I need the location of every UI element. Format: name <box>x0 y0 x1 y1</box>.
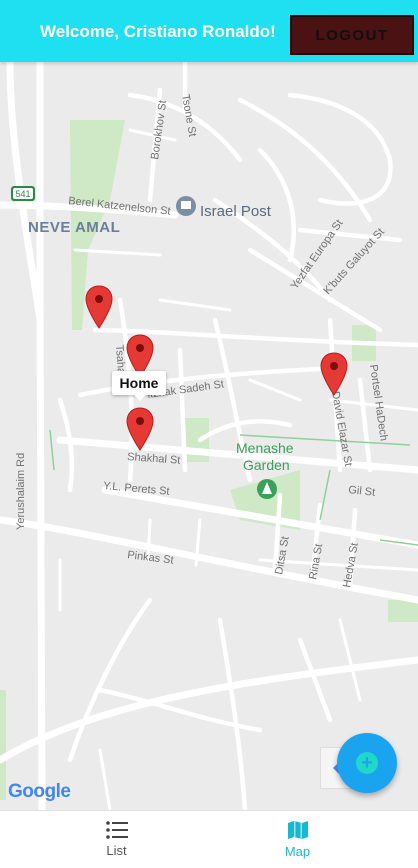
map-marker-3[interactable] <box>126 407 154 451</box>
bottom-navigation: List Map <box>0 810 418 868</box>
map-pin-icon <box>126 407 154 451</box>
home-tooltip: Home <box>112 371 166 401</box>
nav-map-tab[interactable]: Map <box>193 811 402 868</box>
map-icon <box>287 821 308 839</box>
map-canvas[interactable]: 541 NEVE AMAL Israel Post Menashe Garden… <box>0 62 418 810</box>
nav-list-tab[interactable]: List <box>12 811 221 868</box>
map-view[interactable]: 541 NEVE AMAL Israel Post Menashe Garden… <box>0 62 418 810</box>
map-pin-icon <box>85 285 113 329</box>
map-pin-icon <box>320 352 348 396</box>
google-logo-text: Google <box>8 781 71 802</box>
add-location-button[interactable]: + <box>337 733 397 793</box>
svg-text:541: 541 <box>15 189 30 199</box>
nav-map-label: Map <box>284 844 311 859</box>
app-header: Welcome, Cristiano Ronaldo! LOGOUT <box>0 0 418 62</box>
welcome-text: Welcome, Cristiano Ronaldo! <box>40 22 276 41</box>
svg-text:Menashe: Menashe <box>236 440 294 456</box>
route-shield: 541 <box>11 186 35 201</box>
list-icon <box>105 821 128 839</box>
map-marker-4[interactable] <box>320 352 348 396</box>
plus-icon: + <box>356 752 378 774</box>
map-marker-1[interactable] <box>85 285 113 329</box>
area-label: NEVE AMAL <box>28 219 120 236</box>
svg-text:Yerushalaim Rd: Yerushalaim Rd <box>15 453 27 530</box>
svg-text:Garden: Garden <box>243 457 290 473</box>
logout-button[interactable]: LOGOUT <box>290 15 414 55</box>
google-logo: Google <box>8 781 71 803</box>
svg-text:Israel Post: Israel Post <box>200 203 272 220</box>
nav-list-label: List <box>106 843 127 858</box>
